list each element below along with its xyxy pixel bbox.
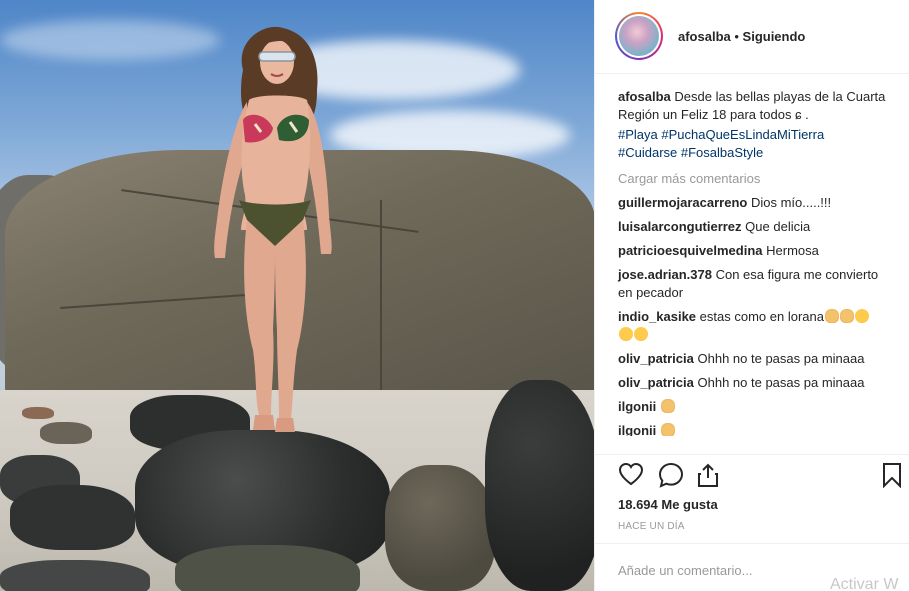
clap-emoji <box>824 309 839 323</box>
separator-dot: • <box>730 29 743 44</box>
heart-eyes-emoji <box>619 327 633 341</box>
heart-eyes-emoji <box>634 327 648 341</box>
comment-item: ilgonii <box>618 398 888 416</box>
hashtag-link[interactable]: #Playa <box>618 127 658 142</box>
comments-list: afosalba Desde las bellas playas de la C… <box>618 88 888 436</box>
divider <box>595 543 909 544</box>
activate-windows-watermark: Activar W <box>830 576 899 591</box>
comment-item: ilgonii <box>618 422 888 436</box>
heart-icon[interactable] <box>618 462 644 486</box>
rock <box>175 545 360 591</box>
caption-hashtags: #Playa #PuchaQueEsLindaMiTierra #Cuidars… <box>618 126 888 162</box>
pebble <box>22 407 54 419</box>
clap-emoji <box>660 423 675 436</box>
comment-username-link[interactable]: ilgonii <box>618 423 656 436</box>
post-timestamp[interactable]: HACE UN DÍA <box>618 521 685 532</box>
comment-username-link[interactable]: guillermojaracarreno <box>618 195 747 210</box>
comment-username-link[interactable]: oliv_patricia <box>618 375 694 390</box>
post-side-panel: afosalba • Siguiendo afosalba Desde las … <box>594 0 909 591</box>
comment-username-link[interactable]: oliv_patricia <box>618 351 694 366</box>
bookmark-icon[interactable] <box>881 462 903 488</box>
following-button[interactable]: Siguiendo <box>743 29 806 44</box>
comment-item: guillermojaracarreno Dios mío.....!!! <box>618 194 888 212</box>
comment-item: oliv_patricia Ohhh no te pasas pa minaaa <box>618 350 888 368</box>
divider <box>595 454 909 455</box>
rock <box>485 380 594 591</box>
hashtag-link[interactable]: #FosalbaStyle <box>681 145 763 160</box>
comment-item: indio_kasike estas como en lorana <box>618 308 888 344</box>
comment-text: Dios mío.....!!! <box>750 195 832 210</box>
comment-username-link[interactable]: jose.adrian.378 <box>618 267 712 282</box>
rock-crack <box>380 200 382 400</box>
comment-text: Ohhh no te pasas pa minaaa <box>697 375 865 390</box>
comment-username-link[interactable]: indio_kasike <box>618 309 696 324</box>
add-comment-input[interactable]: Añade un comentario... <box>618 563 818 578</box>
comment-item: luisalarcongutierrez Que delicia <box>618 218 888 236</box>
comment-text: estas como en lorana <box>699 309 824 324</box>
rock <box>0 560 150 591</box>
comment-username-link[interactable]: luisalarcongutierrez <box>618 219 742 234</box>
comment-text: Hermosa <box>766 243 819 258</box>
avatar-image <box>619 16 659 56</box>
clap-emoji <box>839 309 854 323</box>
hashtag-link[interactable]: #Cuidarse <box>618 145 677 160</box>
avatar[interactable] <box>615 12 663 60</box>
avatar-ring <box>617 14 661 58</box>
comment-item: oliv_patricia Ohhh no te pasas pa minaaa <box>618 374 888 392</box>
clap-emoji <box>660 399 675 413</box>
header-handle-line: afosalba • Siguiendo <box>678 29 805 44</box>
hashtag-link[interactable]: #PuchaQueEsLindaMiTierra <box>661 127 824 142</box>
post-header: afosalba • Siguiendo <box>595 0 909 74</box>
likes-count[interactable]: 18.694 Me gusta <box>618 497 718 512</box>
comment-username-link[interactable]: patricioesquivelmedina <box>618 243 763 258</box>
rock <box>385 465 495 591</box>
rock <box>10 485 135 550</box>
comment-item: jose.adrian.378 Con esa figura me convie… <box>618 266 888 302</box>
share-icon[interactable] <box>695 462 721 488</box>
caption-username-link[interactable]: afosalba <box>618 89 671 104</box>
comment-text: Que delicia <box>745 219 811 234</box>
comment-text: Ohhh no te pasas pa minaaa <box>697 351 865 366</box>
comment-icon[interactable] <box>658 462 684 488</box>
comment-username-link[interactable]: ilgonii <box>618 399 656 414</box>
caption: afosalba Desde las bellas playas de la C… <box>618 88 888 124</box>
action-bar <box>615 462 905 490</box>
heart-eyes-emoji <box>854 309 869 323</box>
post-username-link[interactable]: afosalba <box>678 29 731 44</box>
comment-item: patricioesquivelmedina Hermosa <box>618 242 888 260</box>
person-figure <box>214 26 332 432</box>
load-more-comments-button[interactable]: Cargar más comentarios <box>618 170 888 188</box>
pebble <box>40 422 92 444</box>
cloud <box>0 20 220 60</box>
post-photo[interactable] <box>0 0 594 591</box>
